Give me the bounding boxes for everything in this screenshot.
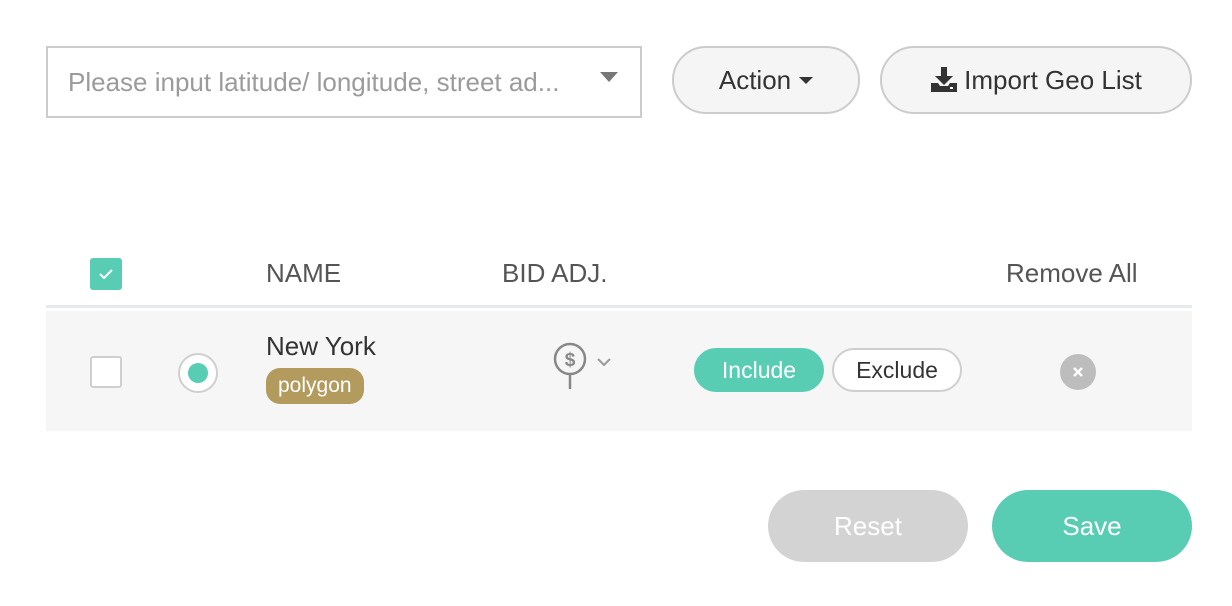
action-button-label: Action [718,64,792,95]
table-row: New York polygon $ Include Exclude [46,311,1192,431]
dollar-pin-icon[interactable]: $ [552,341,588,391]
row-checkbox[interactable] [90,356,122,388]
download-icon [931,67,958,92]
import-button-label: Import Geo List [964,64,1142,95]
row-radio[interactable] [178,353,218,393]
location-type-badge: polygon [266,368,364,404]
reset-button[interactable]: Reset [768,490,968,562]
include-button[interactable]: Include [694,348,824,392]
exclude-button[interactable]: Exclude [832,348,962,392]
bid-chevron-down-icon[interactable] [596,357,612,367]
location-search-select[interactable]: Please input latitude/ longitude, street… [46,46,642,118]
import-geo-list-button[interactable]: Import Geo List [880,46,1192,114]
search-placeholder: Please input latitude/ longitude, street… [68,66,560,97]
select-all-checkbox[interactable] [90,258,122,290]
dropdown-caret-icon[interactable] [600,72,618,82]
location-name: New York [266,331,376,361]
checkmark-icon [99,269,113,280]
radio-dot [188,363,208,383]
remove-row-button[interactable] [1060,354,1096,390]
column-header-bid-adj: BID ADJ. [502,258,608,288]
save-button[interactable]: Save [992,490,1192,562]
action-dropdown-button[interactable]: Action [672,46,860,114]
table-header: NAME BID ADJ. Remove All [46,240,1192,308]
remove-all-link[interactable]: Remove All [1006,258,1138,289]
svg-text:$: $ [565,350,576,371]
close-icon [1073,367,1083,377]
chevron-down-icon [799,76,814,84]
column-header-name: NAME [266,258,342,288]
